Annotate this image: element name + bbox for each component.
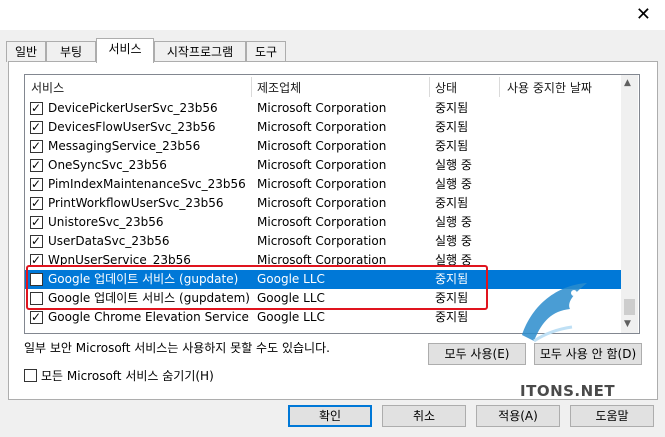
watermark-text: ITONS.NET <box>520 382 616 400</box>
service-row[interactable]: ✓ DevicePickerUserSvc_23b56 Microsoft Corp… <box>25 99 621 118</box>
checkmark-icon: ✓ <box>31 253 42 267</box>
checkmark-icon: ✓ <box>31 101 42 115</box>
service-name: Google 업데이트 서비스 (gupdate) <box>48 272 239 286</box>
service-status: 중지됨 <box>435 291 469 305</box>
service-manufacturer: Microsoft Corporation <box>257 177 387 191</box>
scroll-down-icon[interactable]: ▼ <box>624 319 631 329</box>
enable-all-button[interactable]: 모두 사용(E) <box>428 343 526 365</box>
service-name: Google 업데이트 서비스 (gupdatem) <box>48 291 250 305</box>
service-manufacturer: Microsoft Corporation <box>257 196 387 210</box>
service-name: WpnUserService_23b56 <box>48 253 191 267</box>
service-name: PrintWorkflowUserSvc_23b56 <box>48 196 224 210</box>
scroll-thumb[interactable] <box>624 299 635 315</box>
service-checkbox[interactable]: ✓ <box>30 253 43 267</box>
service-checkbox[interactable]: ✓ <box>30 234 43 248</box>
scroll-up-icon[interactable]: ▲ <box>624 78 631 88</box>
service-status: 중지됨 <box>435 101 469 115</box>
checkmark-icon: ✓ <box>31 120 42 134</box>
close-icon[interactable]: ✕ <box>636 4 651 25</box>
checkmark-icon: ✓ <box>31 139 42 153</box>
column-header-disabled-date[interactable]: 사용 중지한 날짜 <box>507 79 592 97</box>
list-header: 서비스 제조업체 상태 사용 중지한 날짜 <box>25 75 639 99</box>
checkmark-icon: ✓ <box>31 215 42 229</box>
vertical-scrollbar[interactable]: ▲ ▼ <box>621 75 638 333</box>
service-status: 실행 중 <box>435 215 472 229</box>
service-checkbox[interactable]: ✓ <box>30 310 43 324</box>
service-manufacturer: Google LLC <box>257 291 325 305</box>
service-row[interactable]: ✓ UnistoreSvc_23b56 Microsoft Corporation 실… <box>25 213 621 232</box>
column-divider[interactable] <box>499 77 500 97</box>
service-status: 중지됨 <box>435 120 469 134</box>
service-checkbox[interactable] <box>30 273 43 286</box>
service-row[interactable]: ✓ PrintWorkflowUserSvc_23b56 Microsoft Cor… <box>25 194 621 213</box>
tab-general[interactable]: 일반 <box>6 41 46 62</box>
checkmark-icon: ✓ <box>31 158 42 172</box>
service-checkbox[interactable]: ✓ <box>30 158 43 172</box>
service-status: 실행 중 <box>435 158 472 172</box>
service-manufacturer: Google LLC <box>257 310 325 324</box>
service-manufacturer: Microsoft Corporation <box>257 101 387 115</box>
column-divider[interactable] <box>429 77 430 97</box>
service-row[interactable]: ✓ MessagingService_23b56 Microsoft Corpora… <box>25 137 621 156</box>
column-header-status[interactable]: 상태 <box>435 79 457 97</box>
checkmark-icon: ✓ <box>31 234 42 248</box>
checkmark-icon: ✓ <box>31 177 42 191</box>
service-row[interactable]: ✓ OneSyncSvc_23b56 Microsoft Corporation 실행… <box>25 156 621 175</box>
service-checkbox[interactable]: ✓ <box>30 120 43 134</box>
service-name: UserDataSvc_23b56 <box>48 234 170 248</box>
service-status: 중지됨 <box>435 139 469 153</box>
service-manufacturer: Microsoft Corporation <box>257 234 387 248</box>
service-manufacturer: Microsoft Corporation <box>257 139 387 153</box>
service-status: 중지됨 <box>435 310 469 324</box>
service-name: UnistoreSvc_23b56 <box>48 215 164 229</box>
service-manufacturer: Microsoft Corporation <box>257 120 387 134</box>
tab-services[interactable]: 서비스 <box>96 38 154 63</box>
apply-button[interactable]: 적용(A) <box>476 405 560 427</box>
service-status: 실행 중 <box>435 253 472 267</box>
service-row[interactable]: ✓ WpnUserService_23b56 Microsoft Corporati… <box>25 251 621 270</box>
service-row[interactable]: ✓ DevicesFlowUserSvc_23b56 Microsoft Corpo… <box>25 118 621 137</box>
service-row[interactable]: ✓ PimIndexMaintenanceSvc_23b56 Microsoft C… <box>25 175 621 194</box>
service-checkbox[interactable]: ✓ <box>30 101 43 115</box>
cancel-button[interactable]: 취소 <box>382 405 466 427</box>
service-checkbox[interactable]: ✓ <box>30 139 43 153</box>
note-text: 일부 보안 Microsoft 서비스는 사용하지 못할 수도 있습니다. <box>24 341 330 355</box>
service-name: MessagingService_23b56 <box>48 139 201 153</box>
service-name: OneSyncSvc_23b56 <box>48 158 167 172</box>
service-manufacturer: Microsoft Corporation <box>257 158 387 172</box>
checkmark-icon: ✓ <box>31 310 42 324</box>
service-checkbox[interactable]: ✓ <box>30 215 43 229</box>
service-checkbox[interactable]: ✓ <box>30 196 43 210</box>
service-name: DevicePickerUserSvc_23b56 <box>48 101 218 115</box>
service-checkbox[interactable]: ✓ <box>30 177 43 191</box>
service-status: 실행 중 <box>435 234 472 248</box>
service-checkbox[interactable] <box>30 292 43 305</box>
column-header-manufacturer[interactable]: 제조업체 <box>257 79 301 97</box>
help-button[interactable]: 도움말 <box>570 405 654 427</box>
ok-button[interactable]: 확인 <box>288 405 372 427</box>
checkmark-icon: ✓ <box>31 196 42 210</box>
service-name: PimIndexMaintenanceSvc_23b56 <box>48 177 246 191</box>
tab-startup[interactable]: 시작프로그램 <box>154 41 246 62</box>
title-bar: ✕ <box>0 0 665 30</box>
service-status: 실행 중 <box>435 177 472 191</box>
column-header-service[interactable]: 서비스 <box>31 79 64 97</box>
service-name: Google Chrome Elevation Service <box>48 310 249 324</box>
service-name: DevicesFlowUserSvc_23b56 <box>48 120 216 134</box>
tab-boot[interactable]: 부팅 <box>46 41 96 62</box>
service-manufacturer: Google LLC <box>257 272 325 286</box>
disable-all-button[interactable]: 모두 사용 안 함(D) <box>534 343 642 365</box>
service-row[interactable]: ✓ UserDataSvc_23b56 Microsoft Corporation 실… <box>25 232 621 251</box>
column-divider[interactable] <box>251 77 252 97</box>
service-manufacturer: Microsoft Corporation <box>257 215 387 229</box>
service-status: 중지됨 <box>435 272 469 286</box>
hide-microsoft-label[interactable]: 모든 Microsoft 서비스 숨기기(H) <box>41 368 214 384</box>
service-manufacturer: Microsoft Corporation <box>257 253 387 267</box>
service-status: 중지됨 <box>435 196 469 210</box>
tab-tools[interactable]: 도구 <box>246 41 286 62</box>
hide-microsoft-checkbox[interactable] <box>24 369 37 382</box>
